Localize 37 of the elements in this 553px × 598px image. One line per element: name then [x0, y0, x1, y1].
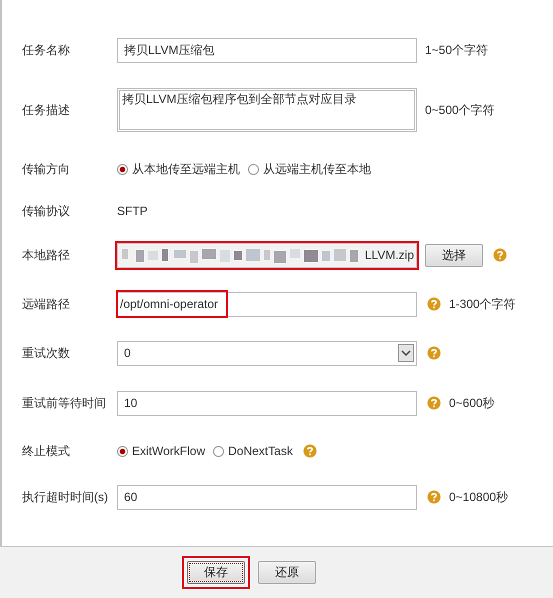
help-icon[interactable]	[427, 396, 441, 410]
radio-option[interactable]: 从远端主机传至本地	[248, 160, 371, 178]
description-field[interactable]: 拷贝LLVM压缩包程序包到全部节点对应目录	[117, 88, 417, 132]
help-icon[interactable]	[493, 248, 507, 262]
field-label: 本地路径	[21, 246, 71, 264]
radio-option[interactable]: 从本地传至远端主机	[117, 160, 240, 178]
hint-text: 0~10800秒	[449, 488, 508, 506]
radio-option[interactable]: ExitWorkFlow	[117, 444, 206, 458]
form-button[interactable]: 还原	[258, 561, 316, 584]
protocol-value: SFTP	[117, 204, 148, 218]
hint-text: 1-300个字符	[449, 296, 516, 312]
field-label: 传输协议	[21, 202, 71, 220]
field-label: 终止模式	[21, 442, 71, 460]
field-label: 任务描述	[21, 102, 71, 118]
path-field[interactable]: LLVM.zip	[117, 242, 417, 268]
radio-option[interactable]: DoNextTask	[213, 444, 293, 458]
input-field[interactable]: 10	[117, 390, 417, 416]
caret-icon	[398, 344, 414, 362]
help-icon[interactable]	[427, 490, 441, 504]
field-label: 执行超时时间(s)	[21, 488, 109, 506]
input-field[interactable]: 拷贝LLVM压缩包	[117, 38, 417, 62]
hint-text: 0~500个字符	[425, 102, 495, 118]
input-field[interactable]: /opt/omni-operator	[117, 292, 417, 316]
input-field[interactable]: 60	[117, 484, 417, 510]
field-label: 传输方向	[21, 160, 71, 178]
field-label: 重试次数	[21, 344, 71, 362]
field-label: 任务名称	[21, 42, 71, 58]
help-icon[interactable]	[302, 444, 317, 458]
form-button[interactable]: 保存	[187, 561, 245, 584]
field-label: 远端路径	[21, 296, 71, 312]
hint-text: 1~50个字符	[425, 42, 488, 58]
help-icon[interactable]	[427, 346, 441, 360]
retry-dropdown[interactable]: 0	[117, 340, 417, 366]
field-label: 重试前等待时间	[21, 394, 107, 412]
hint-text: 0~600秒	[449, 394, 495, 412]
choose-button[interactable]: 选择	[425, 244, 483, 266]
help-icon[interactable]	[427, 297, 441, 311]
